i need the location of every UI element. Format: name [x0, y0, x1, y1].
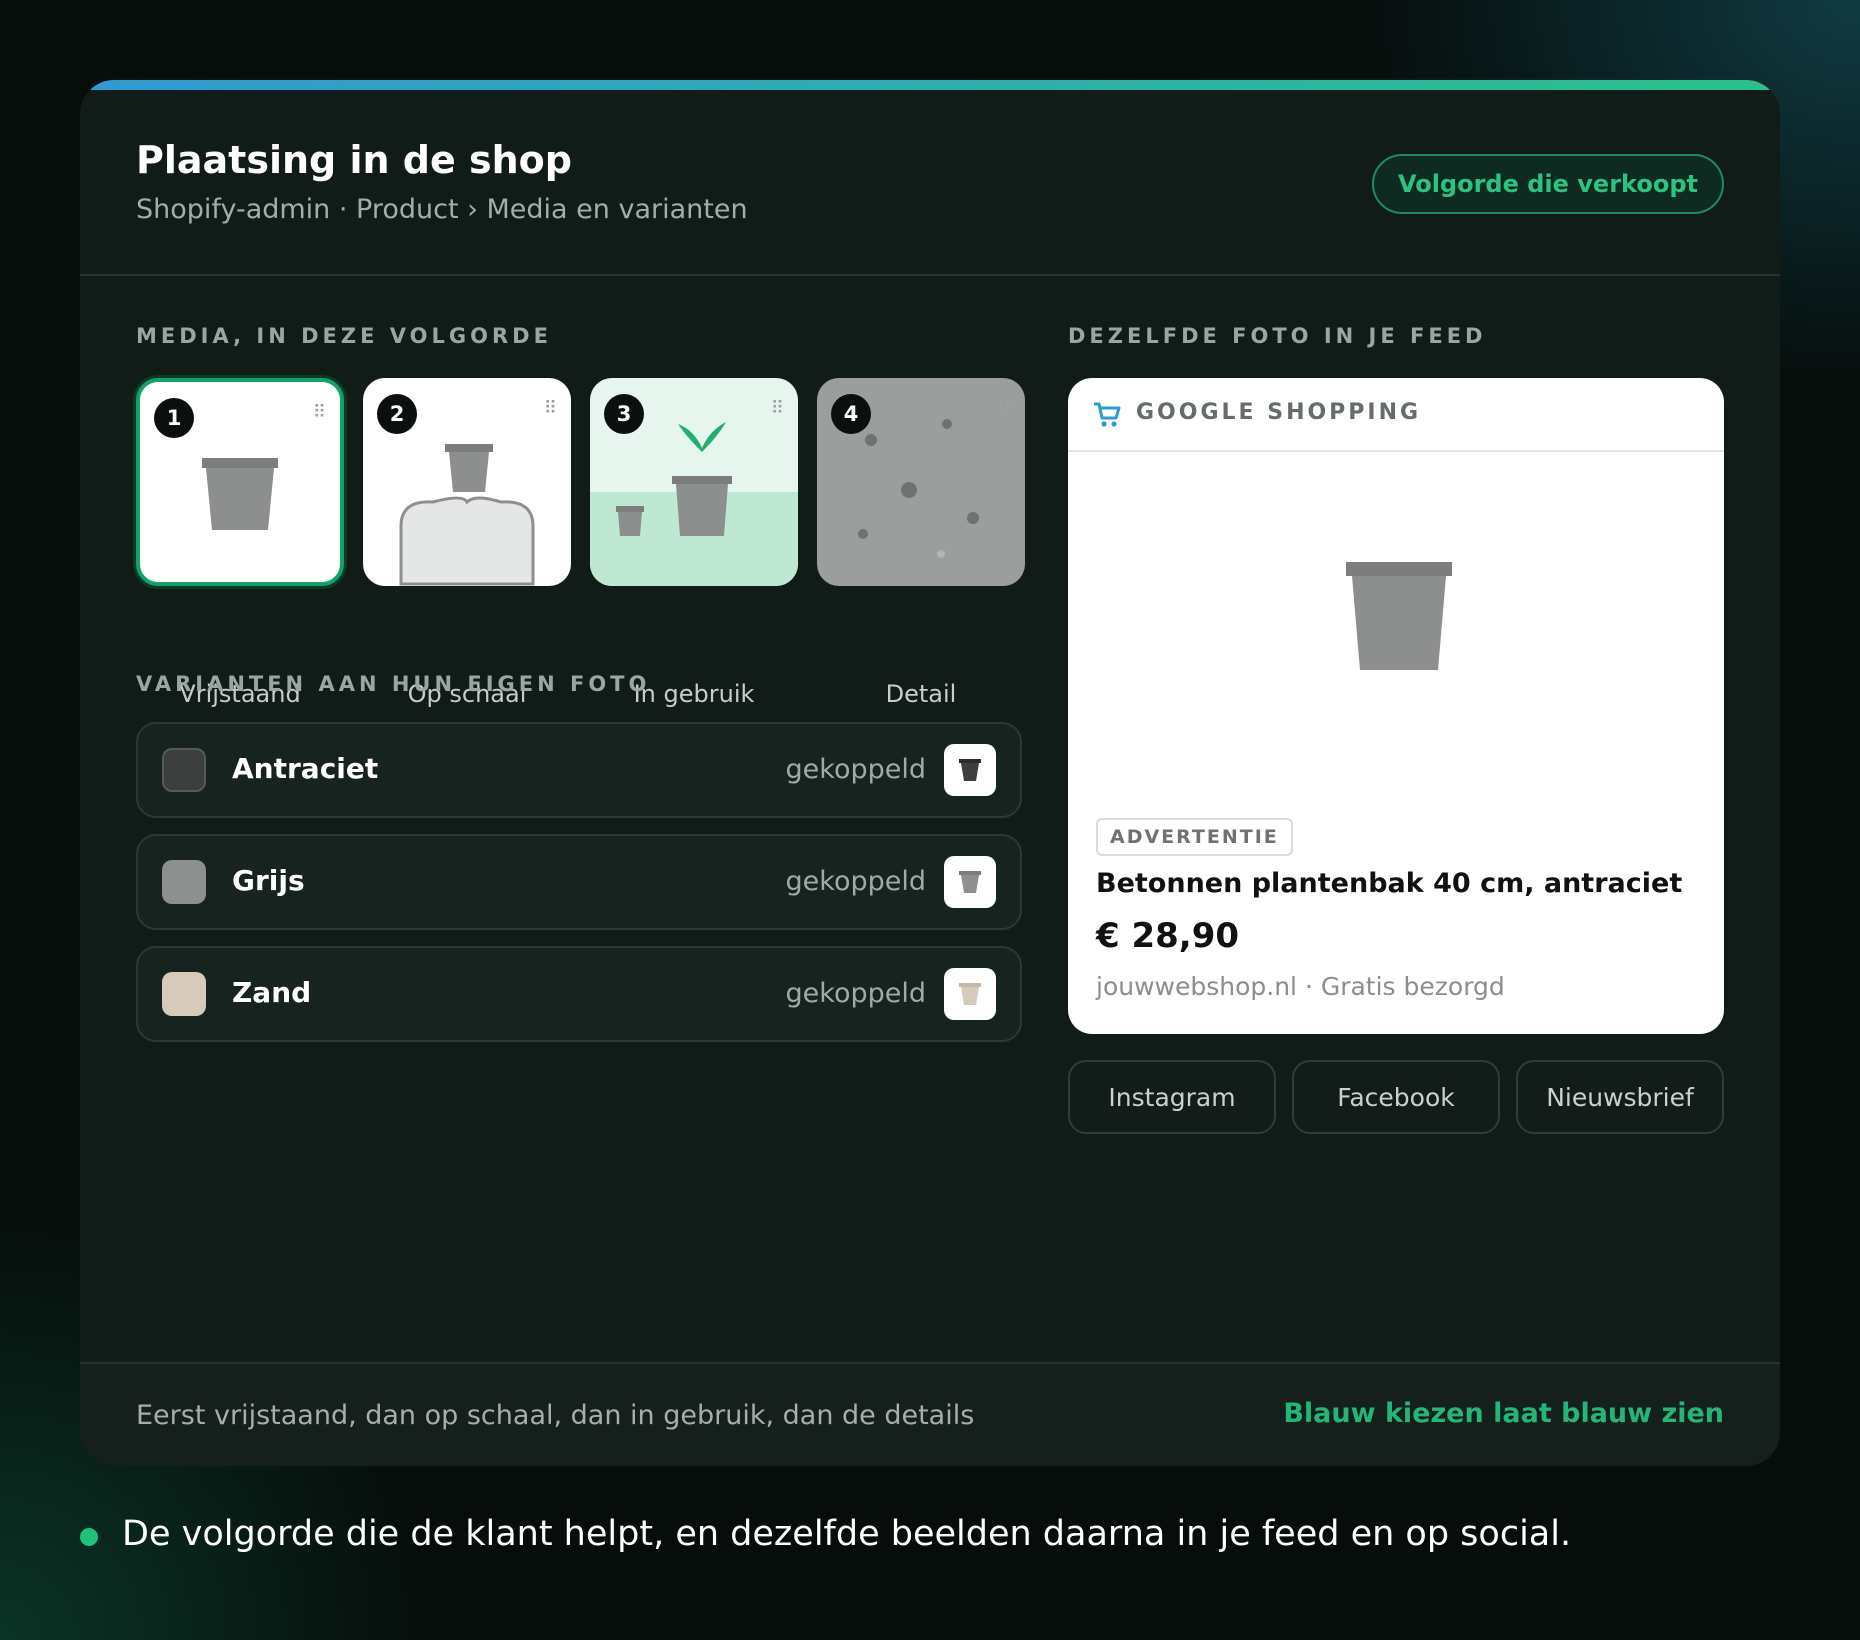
footer-hint: Eerst vrijstaand, dan op schaal, dan in …	[136, 1400, 975, 1431]
pot-icon	[959, 759, 981, 781]
variant-photo[interactable]	[944, 744, 996, 796]
header-divider	[80, 274, 1780, 276]
color-swatch	[162, 972, 206, 1016]
plant-icon	[678, 422, 726, 452]
bullet-dot	[80, 1528, 98, 1546]
media-number: 2	[377, 394, 417, 434]
product-meta: jouwwebshop.nl · Gratis bezorgd	[1096, 972, 1505, 1001]
variant-photo[interactable]	[944, 856, 996, 908]
product-image	[1346, 562, 1452, 670]
sort-badge: Volgorde die verkoopt	[1371, 154, 1724, 214]
media-thumb-4[interactable]: 4 ⠿	[817, 378, 1025, 586]
media-thumb-2[interactable]: 2 ⠿	[363, 378, 571, 586]
pot-icon	[202, 458, 278, 530]
drag-handle-icon[interactable]: ⠿	[998, 400, 1011, 418]
accent-bar	[80, 80, 1780, 90]
variant-row-zand[interactable]: Zand gekoppeld	[136, 946, 1022, 1042]
drag-handle-icon[interactable]: ⠿	[771, 400, 784, 418]
variant-status: gekoppeld	[785, 866, 926, 897]
feed-section-label: DEZELFDE FOTO IN JE FEED	[1068, 324, 1487, 348]
variant-name: Antraciet	[232, 752, 379, 785]
media-number: 4	[831, 394, 871, 434]
drag-handle-icon[interactable]: ⠿	[544, 400, 557, 418]
social-button-instagram[interactable]: Instagram	[1068, 1060, 1276, 1134]
cart-icon	[1094, 402, 1121, 427]
product-price: € 28,90	[1096, 916, 1240, 956]
channel-name: GOOGLE SHOPPING	[1136, 400, 1422, 425]
breadcrumb: Shopify-admin · Product › Media en varia…	[136, 194, 748, 225]
pot-icon	[959, 871, 981, 893]
social-button-facebook[interactable]: Facebook	[1292, 1060, 1500, 1134]
variant-row-antraciet[interactable]: Antraciet gekoppeld	[136, 722, 1022, 818]
media-section-label: MEDIA, IN DEZE VOLGORDE	[136, 324, 552, 348]
ad-badge: ADVERTENTIE	[1096, 818, 1293, 856]
media-thumb-3[interactable]: 3 ⠿	[590, 378, 798, 586]
color-swatch	[162, 748, 206, 792]
media-label-4: Detail	[885, 680, 957, 708]
variant-status: gekoppeld	[785, 978, 926, 1009]
google-shopping-card[interactable]: GOOGLE SHOPPING ADVERTENTIE Betonnen pla…	[1068, 378, 1724, 1034]
media-thumb-1[interactable]: 1 ⠿	[136, 378, 344, 586]
variant-status: gekoppeld	[785, 754, 926, 785]
caption-text: De volgorde die de klant helpt, en dezel…	[122, 1514, 1572, 1554]
placement-card: Plaatsing in de shop Shopify-admin · Pro…	[80, 80, 1780, 1466]
media-number: 3	[604, 394, 644, 434]
footer-tagline: Blauw kiezen laat blauw zien	[1283, 1398, 1724, 1429]
product-name[interactable]: Betonnen plantenbak 40 cm, antraciet	[1096, 868, 1682, 899]
pot-icon	[959, 983, 981, 1005]
footer-divider	[80, 1362, 1780, 1364]
social-button-nieuwsbrief[interactable]: Nieuwsbrief	[1516, 1060, 1724, 1134]
variant-name: Zand	[232, 976, 312, 1009]
page-title: Plaatsing in de shop	[136, 138, 572, 182]
color-swatch	[162, 860, 206, 904]
variant-photo[interactable]	[944, 968, 996, 1020]
variant-row-grijs[interactable]: Grijs gekoppeld	[136, 834, 1022, 930]
feed-card-header: GOOGLE SHOPPING	[1068, 378, 1724, 452]
variant-name: Grijs	[232, 864, 305, 897]
variants-section-label: VARIANTEN AAN HUN EIGEN FOTO	[136, 672, 651, 696]
